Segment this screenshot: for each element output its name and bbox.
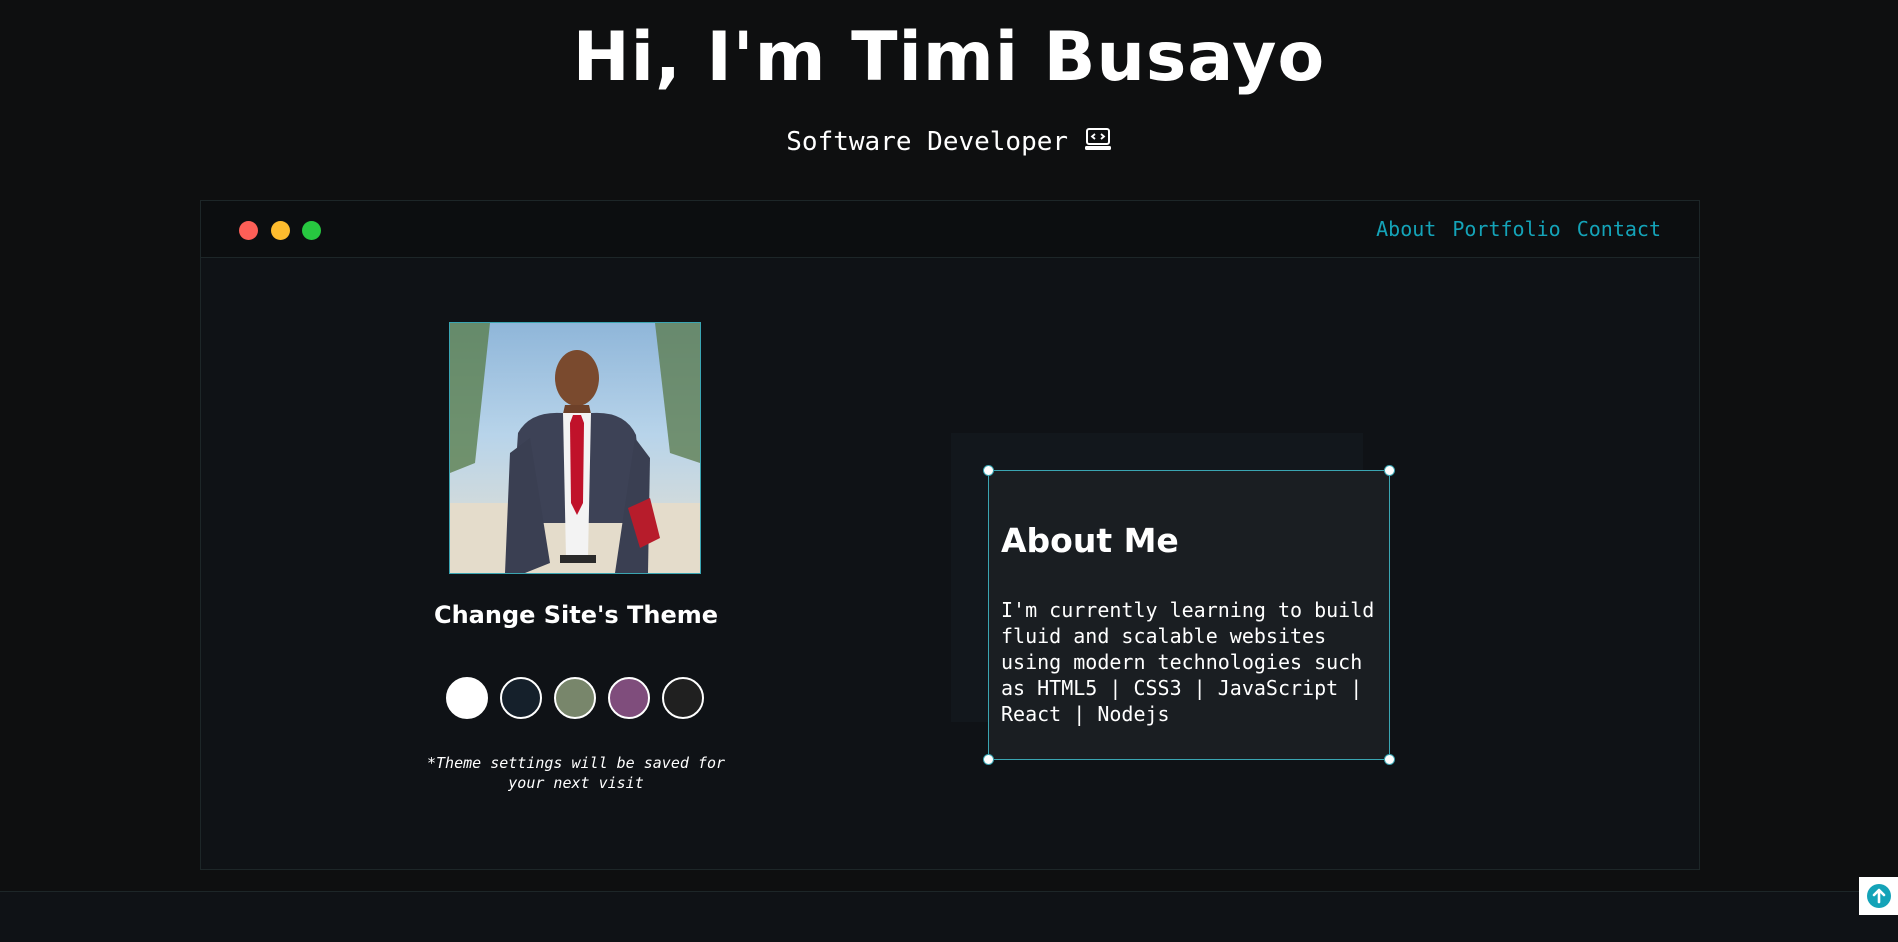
nav-contact-link[interactable]: Contact: [1577, 217, 1661, 241]
close-dot: [239, 221, 258, 240]
arrow-up-circle-icon: [1866, 884, 1891, 908]
laptop-code-icon: [1084, 127, 1112, 157]
resize-handle[interactable]: [983, 465, 994, 476]
hero-subtitle: Software Developer: [0, 127, 1898, 157]
main-nav: About Portfolio Contact: [1376, 217, 1661, 241]
profile-photo: [449, 322, 701, 574]
footer: [0, 891, 1898, 942]
minimize-dot: [271, 221, 290, 240]
theme-swatches: [446, 677, 704, 719]
browser-window: About Portfolio Contact Change Site's Th…: [200, 200, 1700, 870]
scroll-top-button[interactable]: [1859, 877, 1898, 915]
about-card: About Me I'm currently learning to build…: [983, 465, 1395, 765]
nav-portfolio-link[interactable]: Portfolio: [1452, 217, 1560, 241]
theme-swatch-purple[interactable]: [608, 677, 650, 719]
hero-title: Hi, I'm Timi Busayo: [572, 18, 1326, 97]
nav-about-link[interactable]: About: [1376, 217, 1436, 241]
about-title: About Me: [1001, 521, 1179, 560]
theme-note: *Theme settings will be saved for your n…: [426, 754, 725, 792]
hero-subtitle-text: Software Developer: [786, 127, 1069, 157]
resize-handle[interactable]: [1384, 754, 1395, 765]
theme-swatch-blue[interactable]: [500, 677, 542, 719]
about-text: I'm currently learning to build fluid an…: [1001, 598, 1375, 726]
theme-swatch-dark[interactable]: [662, 677, 704, 719]
resize-handle[interactable]: [983, 754, 994, 765]
theme-title: Change Site's Theme: [433, 601, 719, 629]
window-titlebar: About Portfolio Contact: [201, 201, 1699, 258]
theme-swatch-light[interactable]: [446, 677, 488, 719]
theme-swatch-green[interactable]: [554, 677, 596, 719]
maximize-dot: [302, 221, 321, 240]
resize-handle[interactable]: [1384, 465, 1395, 476]
